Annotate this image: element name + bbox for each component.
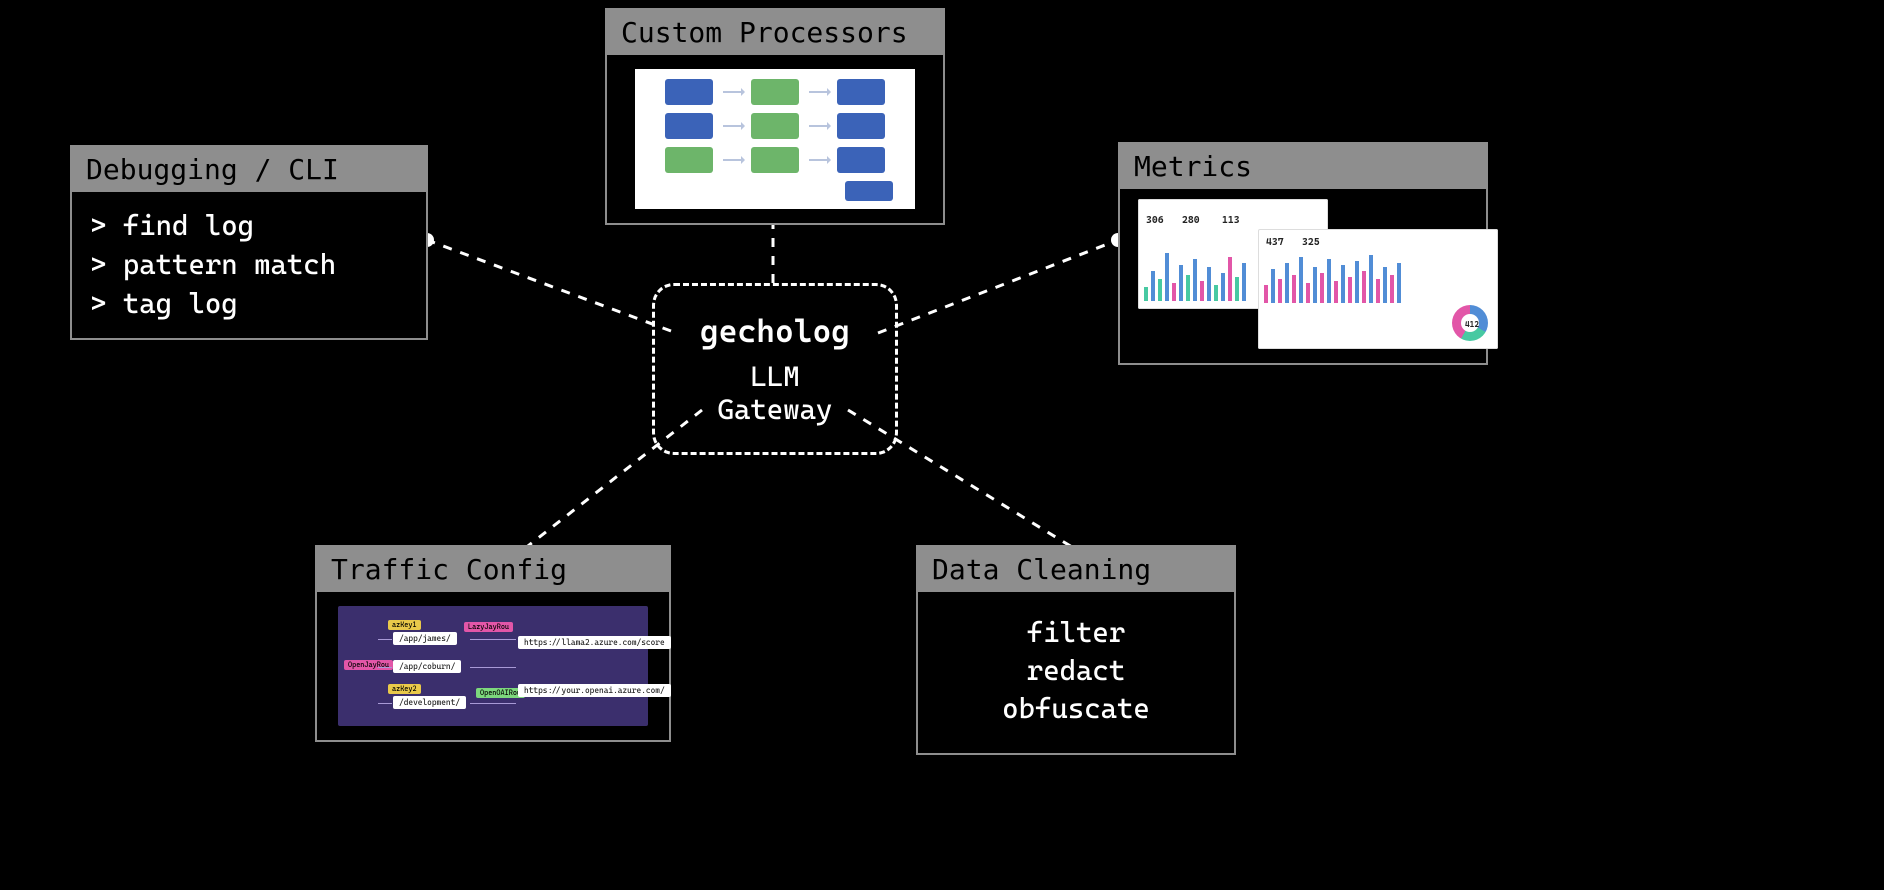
hub: gecholog LLM Gateway — [652, 283, 898, 455]
data-clean-item: obfuscate — [936, 690, 1216, 728]
route-path: /app/james/ — [393, 632, 457, 645]
card-traffic-config: Traffic Config azKey1 /app/james/ LazyJa… — [315, 545, 671, 742]
card-body: 306 280 113 — [1120, 189, 1486, 363]
route-target: https://your.openai.azure.com/ — [518, 684, 671, 697]
route-target: https://llama2.azure.com/score — [518, 636, 671, 649]
kpi-value: 412 — [1465, 320, 1479, 329]
card-data-cleaning: Data Cleaning filter redact obfuscate — [916, 545, 1236, 755]
card-header: Traffic Config — [317, 547, 669, 592]
card-body: > find log > pattern match > tag log — [72, 192, 426, 338]
hub-title: gecholog — [691, 312, 859, 350]
kpi-value: 325 — [1302, 237, 1320, 248]
route-key: azKey1 — [388, 620, 421, 630]
flow-diagram-thumbnail — [635, 69, 915, 209]
card-header: Data Cleaning — [918, 547, 1234, 592]
route-path: /development/ — [393, 696, 466, 709]
kpi-value: 280 — [1182, 215, 1200, 226]
metrics-dashboard-thumbnail: 306 280 113 — [1138, 199, 1468, 349]
route-key: azKey2 — [388, 684, 421, 694]
hub-subtitle: LLM Gateway — [691, 360, 859, 426]
route-badge: OpenJayRou — [344, 660, 393, 670]
card-body — [607, 55, 943, 223]
card-header: Custom Processors — [607, 10, 943, 55]
data-clean-item: redact — [936, 652, 1216, 690]
card-metrics: Metrics 306 280 113 — [1118, 142, 1488, 365]
routing-diagram-thumbnail: azKey1 /app/james/ LazyJayRou OpenJayRou… — [338, 606, 648, 726]
card-body: filter redact obfuscate — [918, 592, 1234, 753]
kpi-value: 306 — [1146, 215, 1164, 226]
cli-line: > pattern match — [90, 245, 408, 284]
card-debugging: Debugging / CLI > find log > pattern mat… — [70, 145, 428, 340]
card-header: Debugging / CLI — [72, 147, 426, 192]
kpi-value: 113 — [1222, 215, 1240, 226]
card-header: Metrics — [1120, 144, 1486, 189]
route-path: /app/coburn/ — [393, 660, 461, 673]
data-clean-item: filter — [936, 614, 1216, 652]
card-custom-processors: Custom Processors — [605, 8, 945, 225]
cli-line: > tag log — [90, 284, 408, 323]
kpi-value: 437 — [1266, 237, 1284, 248]
route-badge: LazyJayRou — [464, 622, 513, 632]
card-body: azKey1 /app/james/ LazyJayRou OpenJayRou… — [317, 592, 669, 740]
cli-line: > find log — [90, 206, 408, 245]
